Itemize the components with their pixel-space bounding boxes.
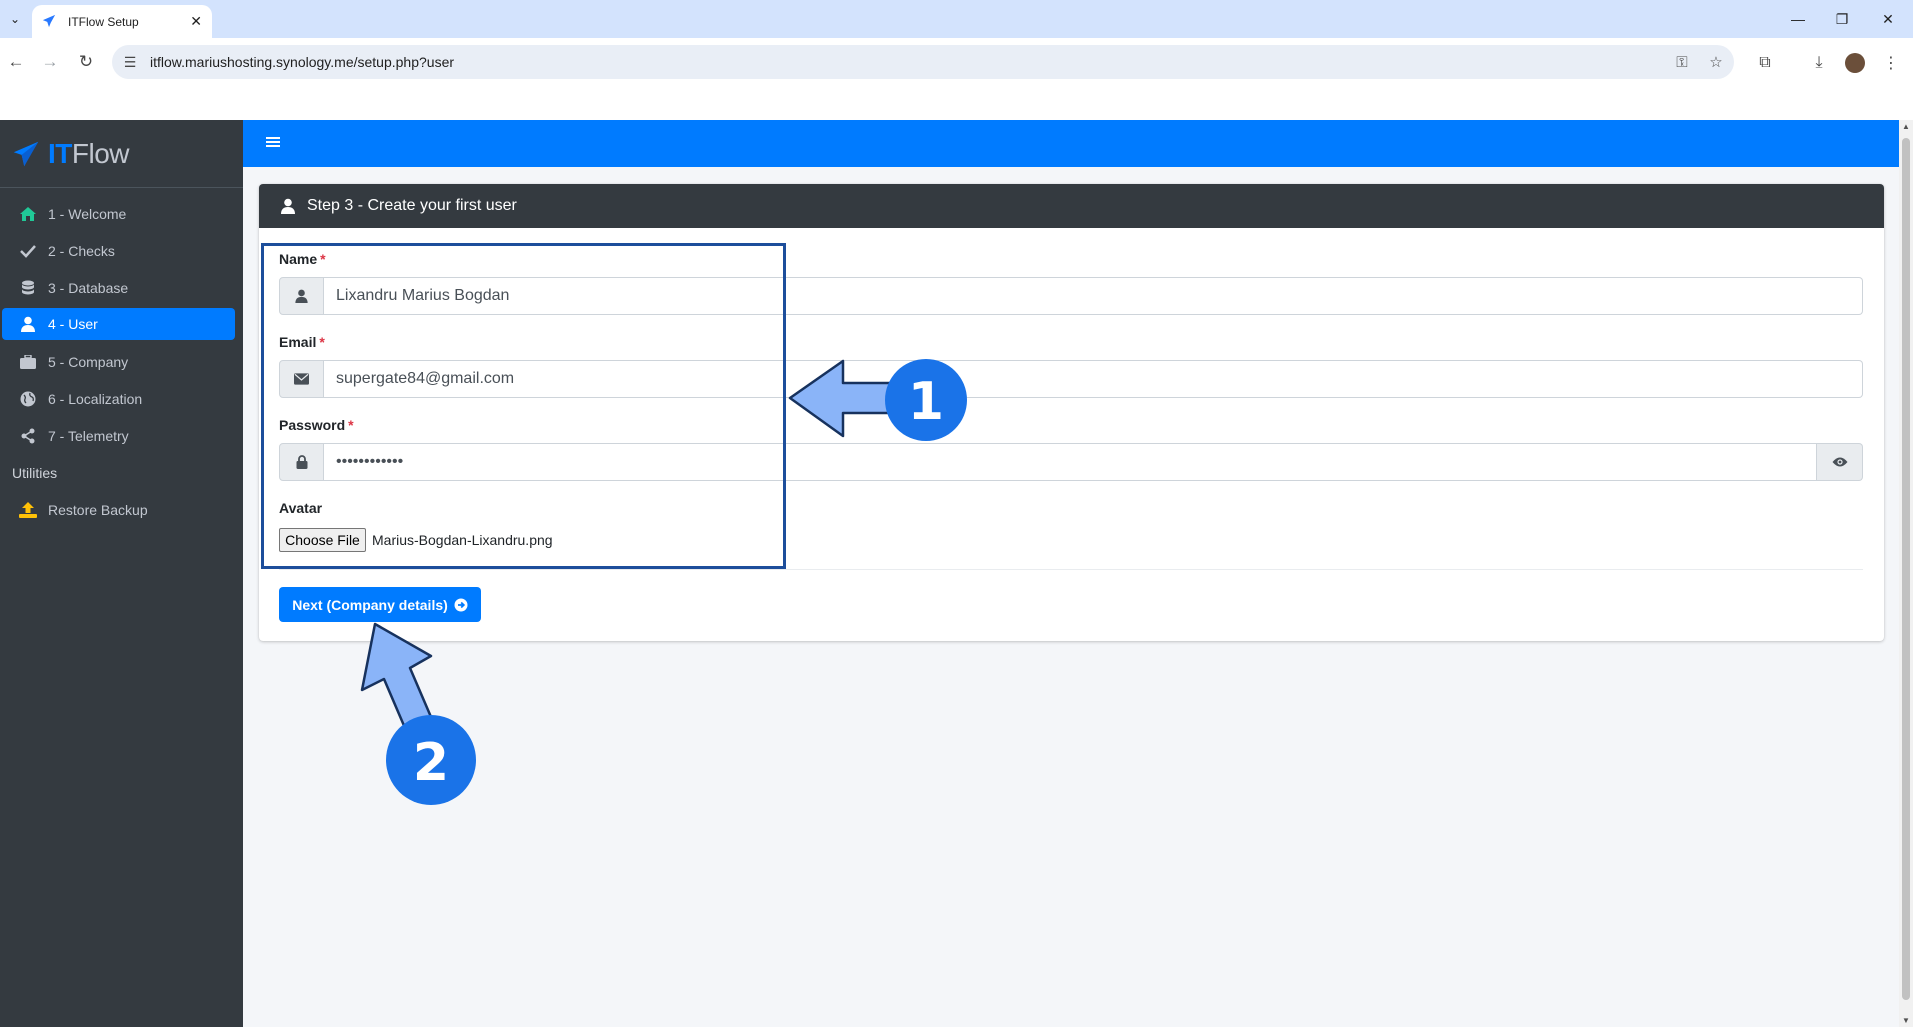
- check-icon: [18, 244, 38, 258]
- briefcase-icon: [18, 355, 38, 369]
- brand-name: ITFlow: [48, 137, 130, 169]
- card-header: Step 3 - Create your first user: [259, 184, 1884, 228]
- form-divider: [279, 569, 1863, 570]
- minimize-button[interactable]: —: [1776, 0, 1820, 38]
- user-icon: [281, 197, 299, 215]
- top-navbar: [243, 120, 1899, 167]
- utilities-header: Utilities: [12, 465, 58, 481]
- card-title: Step 3 - Create your first user: [307, 197, 517, 214]
- highlight-box: [261, 243, 786, 569]
- sidebar-item-checks[interactable]: 2 - Checks: [2, 235, 235, 267]
- arrow-circle-right-icon: [454, 598, 468, 612]
- scroll-down-icon[interactable]: ▼: [1902, 1016, 1910, 1025]
- password-key-icon[interactable]: ⚿: [1670, 50, 1694, 74]
- itflow-favicon-icon: [42, 14, 58, 30]
- sidebar-item-database[interactable]: 3 - Database: [2, 272, 235, 304]
- profile-avatar[interactable]: [1842, 50, 1868, 76]
- sidebar-item-label: 4 - User: [48, 316, 98, 332]
- sidebar-item-restore-backup[interactable]: Restore Backup: [2, 494, 235, 526]
- user-icon: [18, 316, 38, 332]
- home-icon: [18, 206, 38, 222]
- close-window-button[interactable]: ✕: [1866, 0, 1910, 38]
- sidebar-item-label: 2 - Checks: [48, 243, 115, 259]
- sidebar-item-label: 1 - Welcome: [48, 206, 127, 222]
- sidebar-item-localization[interactable]: 6 - Localization: [2, 383, 235, 415]
- scroll-up-icon[interactable]: ▲: [1902, 122, 1910, 131]
- sidebar-item-label: 5 - Company: [48, 354, 129, 370]
- close-tab-icon[interactable]: ✕: [190, 13, 202, 30]
- browser-tab[interactable]: ITFlow Setup ✕: [32, 5, 212, 38]
- globe-icon: [18, 391, 38, 407]
- sidebar-item-label: 3 - Database: [48, 280, 129, 296]
- browser-tab-bar: [0, 0, 1913, 38]
- address-bar[interactable]: itflow.mariushosting.synology.me/setup.p…: [112, 45, 1734, 79]
- sidebar-item-label: 7 - Telemetry: [48, 428, 129, 444]
- download-icon[interactable]: ⤓: [1806, 50, 1832, 76]
- sidebar-item-label: Restore Backup: [48, 502, 148, 518]
- tab-title: ITFlow Setup: [68, 14, 139, 29]
- forward-icon[interactable]: →: [36, 48, 64, 76]
- url-text: itflow.mariushosting.synology.me/setup.p…: [150, 54, 455, 70]
- browser-menu-icon[interactable]: ⋮: [1878, 50, 1904, 76]
- sidebar-item-label: 6 - Localization: [48, 391, 143, 407]
- next-company-details-button[interactable]: Next (Company details): [279, 587, 481, 622]
- sidebar-item-welcome[interactable]: 1 - Welcome: [2, 198, 235, 230]
- share-icon: [18, 428, 38, 444]
- paper-plane-icon: [13, 141, 39, 166]
- database-icon: [18, 280, 38, 296]
- sidebar-item-user[interactable]: 4 - User: [2, 308, 235, 340]
- scrollbar-thumb[interactable]: [1902, 138, 1910, 1000]
- reload-icon[interactable]: ↻: [72, 48, 100, 76]
- bookmark-star-icon[interactable]: ☆: [1704, 50, 1728, 74]
- extensions-icon[interactable]: ⧉: [1752, 50, 1778, 76]
- next-button-label: Next (Company details): [292, 596, 448, 613]
- sidebar-item-company[interactable]: 5 - Company: [2, 346, 235, 378]
- upload-icon: [18, 502, 38, 518]
- restore-window-button[interactable]: ❐: [1820, 0, 1864, 38]
- show-password-icon[interactable]: [1817, 443, 1863, 481]
- site-info-icon[interactable]: ☰: [120, 52, 140, 72]
- menu-toggle-icon[interactable]: [266, 135, 282, 151]
- sidebar-item-telemetry[interactable]: 7 - Telemetry: [2, 420, 235, 452]
- tab-search-button[interactable]: ⌄: [4, 8, 26, 30]
- back-icon[interactable]: ←: [2, 48, 30, 76]
- brand-logo[interactable]: ITFlow: [0, 120, 243, 188]
